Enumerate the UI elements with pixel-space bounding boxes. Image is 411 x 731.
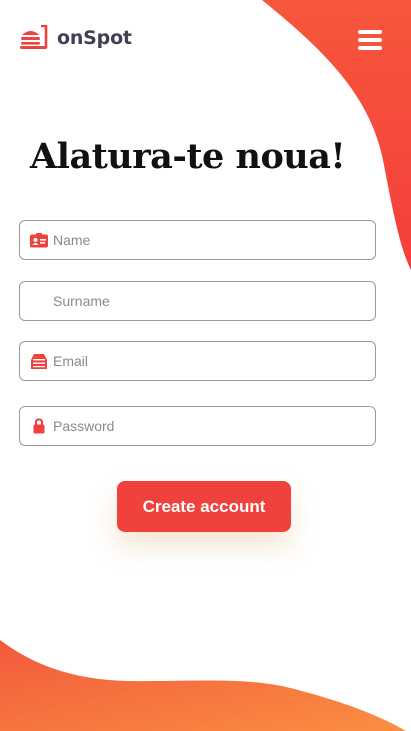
bottom-wave [0,640,406,731]
email-field[interactable] [19,341,376,381]
lock-icon [30,417,48,435]
inbox-icon [30,352,48,370]
hamburger-menu-icon [358,30,382,34]
create-account-button[interactable]: Create account [117,481,291,532]
id-card-icon [30,231,48,249]
hamburger-menu-button[interactable] [358,28,384,52]
surname-field[interactable] [19,281,376,321]
name-field[interactable] [19,220,376,260]
email-input[interactable] [53,342,353,380]
surname-icon-slot [30,292,48,310]
burger-logo-icon [20,25,48,49]
surname-input[interactable] [53,282,353,320]
brand-logo[interactable]: onSpot [19,25,132,51]
brand-name: onSpot [57,27,132,49]
name-input[interactable] [53,221,353,259]
password-field[interactable] [19,406,376,446]
password-input[interactable] [53,407,353,445]
page-title: Alatura-te noua! [30,136,346,177]
